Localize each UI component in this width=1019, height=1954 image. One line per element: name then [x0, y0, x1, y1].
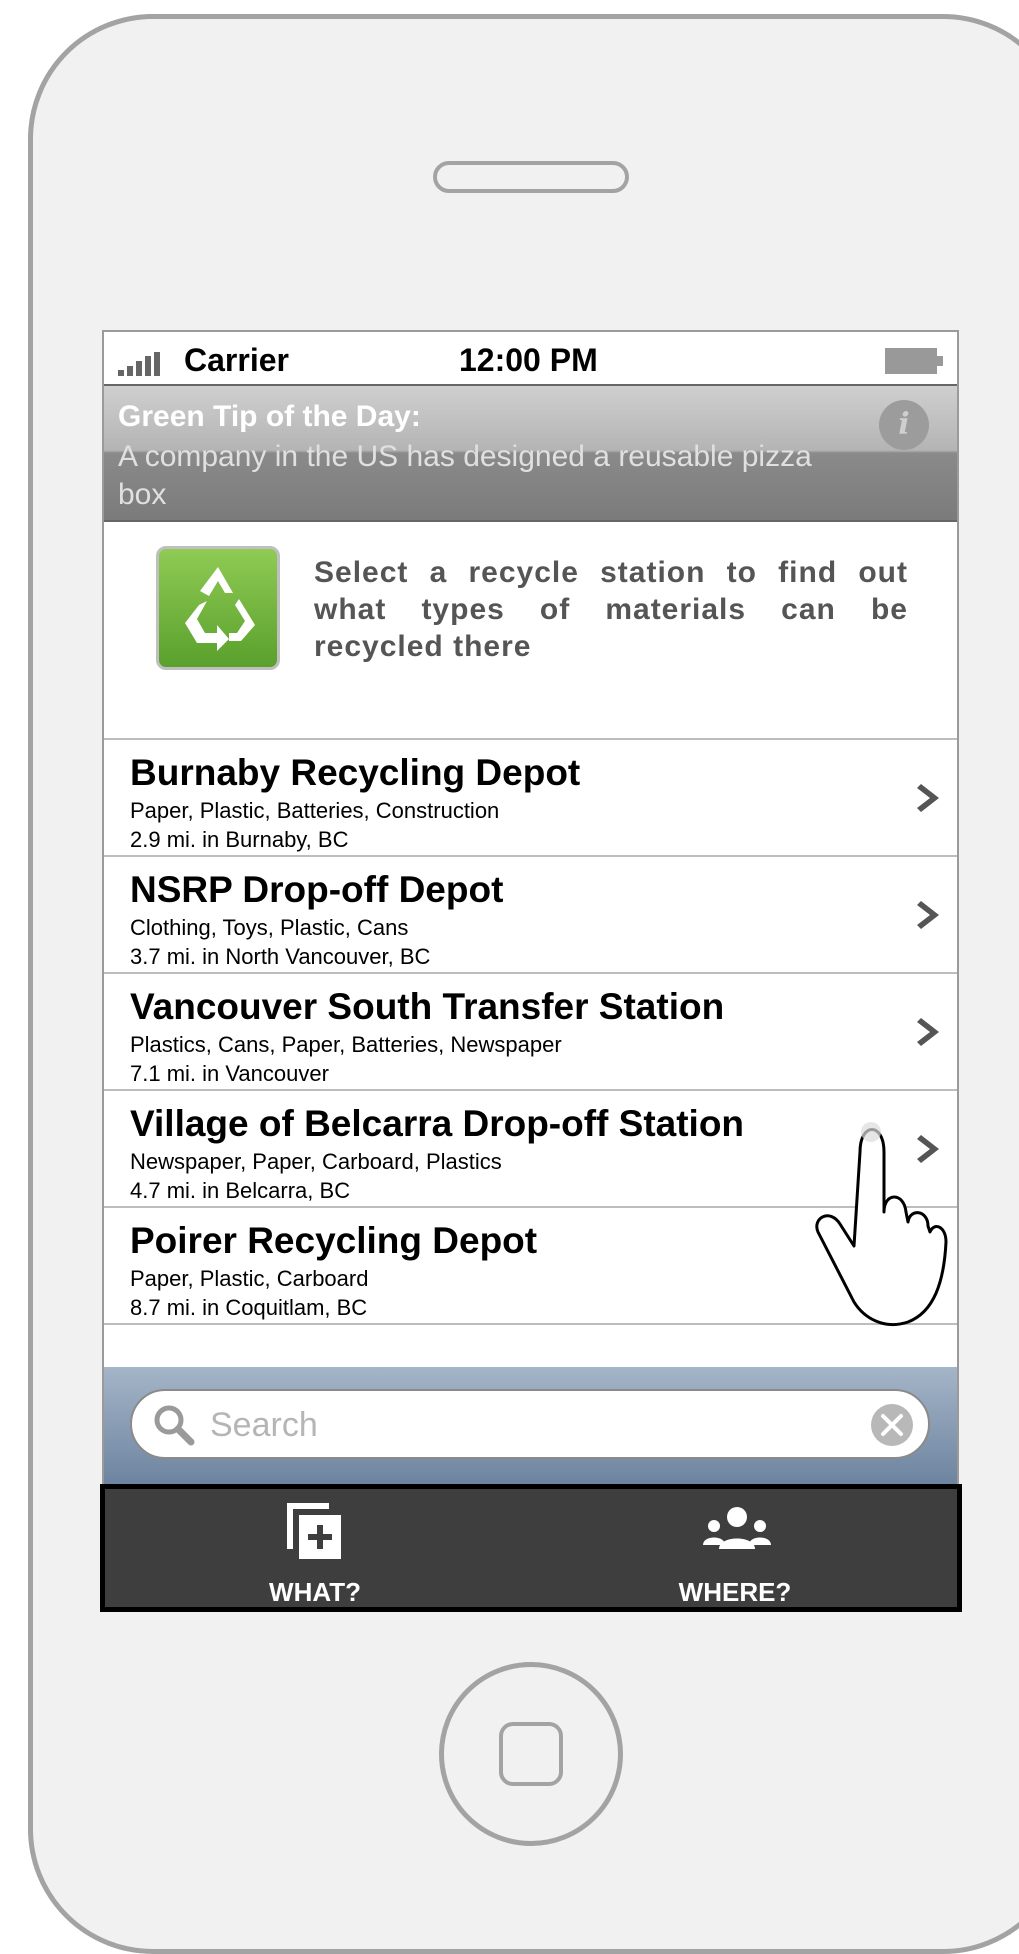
- station-name: Vancouver South Transfer Station: [130, 986, 725, 1027]
- station-distance: 2.9 mi. in Burnaby, BC: [130, 827, 349, 852]
- search-icon: [154, 1405, 195, 1446]
- status-time: 12:00 PM: [459, 342, 598, 378]
- phone-speaker: [433, 161, 629, 193]
- station-name: Poirer Recycling Depot: [130, 1220, 538, 1261]
- info-icon[interactable]: i: [879, 400, 929, 450]
- chevron-right-icon: [917, 1018, 939, 1046]
- hand-pointer-icon: [815, 1122, 948, 1327]
- station-distance: 8.7 mi. in Coquitlam, BC: [130, 1295, 368, 1320]
- station-name: NSRP Drop-off Depot: [130, 869, 504, 910]
- chevron-right-icon: [917, 784, 939, 812]
- station-materials: Paper, Plastic, Batteries, Construction: [130, 798, 500, 823]
- search-input[interactable]: [208, 1399, 812, 1451]
- carrier-name: Carrier: [184, 342, 289, 378]
- station-name: Village of Belcarra Drop-off Station: [130, 1103, 745, 1144]
- tab-bar: WHAT? WHERE?: [100, 1484, 962, 1612]
- search-bar: [104, 1367, 957, 1484]
- station-row[interactable]: Burnaby Recycling Depot Paper, Plastic, …: [104, 740, 957, 857]
- station-name: Burnaby Recycling Depot: [130, 752, 581, 793]
- chevron-right-icon: [917, 901, 939, 929]
- home-button-square-icon: [499, 1722, 563, 1786]
- intro-section: Select a recycle station to find out wha…: [104, 522, 957, 740]
- search-field[interactable]: [130, 1389, 930, 1459]
- status-bar: Carrier 12:00 PM: [104, 332, 957, 386]
- station-materials: Paper, Plastic, Carboard: [130, 1266, 369, 1291]
- tab-where[interactable]: WHERE?: [585, 1489, 885, 1607]
- station-materials: Plastics, Cans, Paper, Batteries, Newspa…: [130, 1032, 562, 1057]
- station-distance: 4.7 mi. in Belcarra, BC: [130, 1178, 351, 1203]
- tab-what[interactable]: WHAT?: [165, 1489, 465, 1607]
- people-group-icon: [703, 1507, 771, 1549]
- station-materials: Clothing, Toys, Plastic, Cans: [130, 915, 409, 940]
- tab-label: WHERE?: [678, 1577, 792, 1607]
- recycle-icon: [156, 546, 280, 670]
- clear-icon[interactable]: [870, 1403, 914, 1447]
- battery-icon: [885, 348, 943, 374]
- add-document-icon: [287, 1503, 341, 1559]
- station-distance: 7.1 mi. in Vancouver: [130, 1061, 329, 1086]
- tab-label: WHAT?: [269, 1577, 361, 1607]
- tip-title: Green Tip of the Day:: [118, 400, 421, 433]
- tip-text: A company in the US has designed a reusa…: [118, 440, 812, 511]
- phone-screen: Carrier 12:00 PM Green Tip of the Day: A…: [102, 330, 959, 1612]
- green-tip-banner: Green Tip of the Day: A company in the U…: [104, 386, 957, 522]
- station-materials: Newspaper, Paper, Carboard, Plastics: [130, 1149, 502, 1174]
- signal-bars-icon: [118, 352, 170, 376]
- station-row[interactable]: NSRP Drop-off Depot Clothing, Toys, Plas…: [104, 857, 957, 974]
- station-distance: 3.7 mi. in North Vancouver, BC: [130, 944, 431, 969]
- intro-instructions: Select a recycle station to find out wha…: [314, 556, 908, 663]
- station-row[interactable]: Vancouver South Transfer Station Plastic…: [104, 974, 957, 1091]
